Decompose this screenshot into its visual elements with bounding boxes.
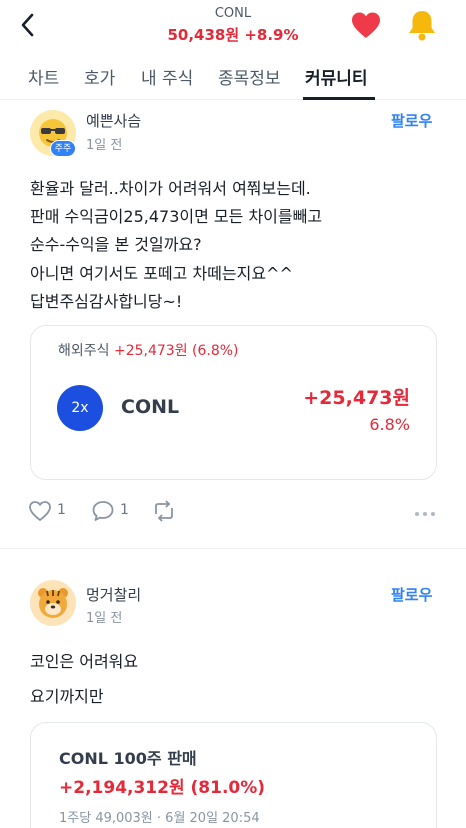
more-options-icon[interactable] <box>414 505 436 524</box>
repost-icon[interactable] <box>151 500 177 526</box>
post-text-line: 순수-수익을 본 것일까요? <box>30 235 202 254</box>
avatar[interactable] <box>30 580 76 626</box>
stock-tabs: 차트 호가 내 주식 종목정보 커뮤니티 <box>0 54 466 100</box>
active-tab-indicator <box>303 97 375 100</box>
post-text-line: 환율과 달러..차이가 어려워서 여쭤보는데. <box>30 179 311 198</box>
post-text-line: 판매 수익금이25,473이면 모든 차이를빼고 <box>30 207 323 226</box>
tab-orderbook[interactable]: 호가 <box>84 64 115 89</box>
stock-ticker: CONL <box>214 6 252 21</box>
card-gain-percent: 6.8% <box>369 415 410 434</box>
top-bar: CONL 50,438원 +8.9% <box>0 0 466 54</box>
follow-button[interactable]: 팔로우 <box>391 584 432 605</box>
like-count: 1 <box>57 502 66 518</box>
post-text-line: 아니면 여기서도 포떼고 차떼는지요^^ <box>30 264 293 283</box>
follow-button[interactable]: 팔로우 <box>391 110 432 131</box>
shareholder-badge: 주주 <box>50 140 76 157</box>
author-name[interactable]: 멍거찰리 <box>86 584 141 605</box>
tab-my-stock[interactable]: 내 주식 <box>141 64 193 89</box>
card-stock-name: CONL <box>121 396 180 418</box>
post-text-line: 답변주심감사합니당~! <box>30 292 183 311</box>
card-category: 해외주식 <box>58 343 110 359</box>
sale-title: CONL 100주 판매 <box>59 749 197 768</box>
tiger-face-icon <box>38 588 68 618</box>
stock-price-change: 50,438원 +8.9% <box>167 26 299 44</box>
leverage-badge: 2x <box>57 385 103 431</box>
post-time: 1일 전 <box>86 138 123 153</box>
trade-card[interactable]: 해외주식 +25,473원 (6.8%) 2x CONL +25,473원 6.… <box>30 325 437 480</box>
comment-count: 1 <box>120 502 129 518</box>
comment-icon[interactable] <box>91 500 115 526</box>
tab-community[interactable]: 커뮤니티 <box>305 64 368 89</box>
sale-gain: +2,194,312원 (81.0%) <box>59 778 266 798</box>
trade-card[interactable]: CONL 100주 판매 +2,194,312원 (81.0%) 1주당 49,… <box>30 722 437 828</box>
like-icon[interactable] <box>28 500 52 526</box>
post-text-line: 요기까지만 <box>30 687 104 706</box>
tab-chart[interactable]: 차트 <box>28 64 59 89</box>
post-time: 1일 전 <box>86 611 123 626</box>
post-text-line: 코인은 어려워요 <box>30 652 139 671</box>
sale-meta: 1주당 49,003원 · 6월 20일 20:54 <box>59 811 260 826</box>
tab-stock-info[interactable]: 종목정보 <box>218 64 281 89</box>
author-name[interactable]: 예쁜사슴 <box>86 110 141 131</box>
favorite-heart-icon[interactable] <box>350 10 382 42</box>
notification-bell-icon[interactable] <box>406 8 438 42</box>
post-divider <box>0 548 466 549</box>
card-label-gain: +25,473원 (6.8%) <box>113 343 239 359</box>
card-gain-amount: +25,473원 <box>303 387 410 409</box>
card-label: 해외주식 +25,473원 (6.8%) <box>58 340 239 360</box>
